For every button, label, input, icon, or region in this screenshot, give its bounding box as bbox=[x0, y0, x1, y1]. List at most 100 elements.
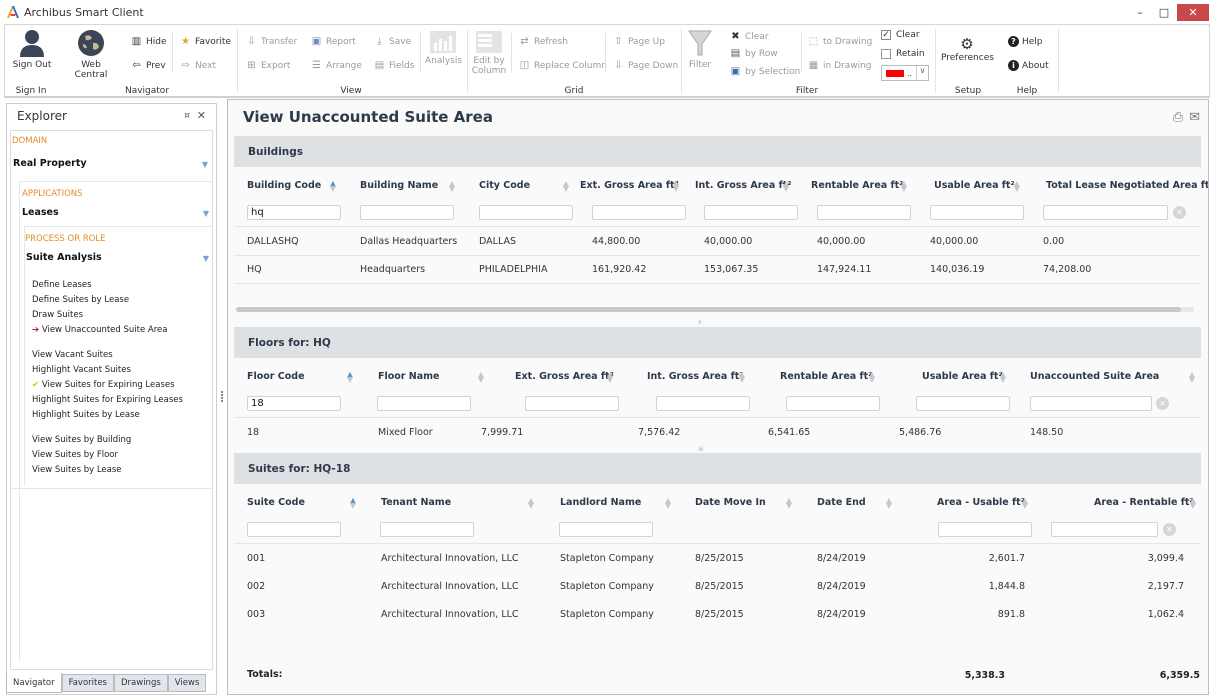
preferences-button[interactable]: ⚙ Preferences bbox=[941, 35, 994, 63]
horizontal-scrollbar[interactable] bbox=[236, 307, 1194, 312]
resize-grip[interactable]: ⁞⁞⁞⁞⁞ bbox=[698, 446, 703, 453]
filter-input[interactable]: hq bbox=[247, 205, 341, 220]
filter-input[interactable] bbox=[1030, 396, 1152, 411]
about-button[interactable]: i About bbox=[1008, 60, 1049, 71]
filter-by-row-button[interactable]: ▤ by Row bbox=[729, 48, 778, 60]
arrange-button[interactable]: ☰ Arrange bbox=[310, 60, 362, 72]
filter-input[interactable] bbox=[817, 205, 911, 220]
nav-link[interactable]: Define Leases bbox=[32, 280, 92, 290]
column-header[interactable]: Area - Rentable ft² bbox=[1094, 497, 1194, 508]
nav-link-visited[interactable]: ✔ View Suites for Expiring Leases bbox=[32, 380, 175, 390]
column-header[interactable]: City Code bbox=[479, 180, 530, 191]
sort-icon[interactable]: ▲ ▼ bbox=[349, 497, 357, 510]
filter-input[interactable] bbox=[525, 396, 619, 411]
column-header[interactable]: Total Lease Negotiated Area ft² bbox=[1046, 180, 1208, 191]
filter-input[interactable] bbox=[592, 205, 686, 220]
minimize-button[interactable]: – bbox=[1132, 4, 1148, 20]
clear-filter-icon[interactable]: ✕ bbox=[1156, 397, 1169, 410]
transfer-button[interactable]: ⇩ Transfer bbox=[245, 36, 297, 48]
sort-icon[interactable]: ▲ ▼ bbox=[885, 497, 893, 510]
panel-splitter-handle[interactable] bbox=[220, 390, 224, 406]
retain-checkbox[interactable]: Retain bbox=[881, 49, 925, 59]
nav-link[interactable]: Highlight Vacant Suites bbox=[32, 365, 131, 375]
sort-icon[interactable]: ▲ ▼ bbox=[1013, 180, 1021, 193]
sign-out-button[interactable]: Sign Out bbox=[11, 29, 53, 70]
sort-icon[interactable]: ▲ ▼ bbox=[1189, 497, 1197, 510]
edit-by-column-button[interactable]: Edit by Column bbox=[471, 31, 507, 76]
filter-input[interactable] bbox=[1043, 205, 1168, 220]
print-icon[interactable]: ⎙ bbox=[1173, 110, 1183, 125]
fields-button[interactable]: ▤ Fields bbox=[373, 60, 415, 72]
prev-button[interactable]: ⇦ Prev bbox=[130, 60, 165, 72]
sort-icon[interactable]: ▲ ▼ bbox=[782, 180, 790, 193]
nav-link[interactable]: View Suites by Floor bbox=[32, 450, 118, 460]
replace-column-button[interactable]: ◫ Replace Column bbox=[518, 60, 607, 72]
column-header[interactable]: Floor Name bbox=[378, 371, 440, 382]
filter-input[interactable] bbox=[247, 522, 341, 537]
sort-icon[interactable]: ▲ ▼ bbox=[1188, 371, 1196, 384]
filter-by-selection-button[interactable]: ▣ by Selection bbox=[729, 66, 801, 78]
column-header[interactable]: Rentable Area ft² bbox=[811, 180, 903, 191]
sort-icon[interactable]: ▲ ▼ bbox=[664, 497, 672, 510]
filter-input[interactable] bbox=[916, 396, 1010, 411]
pin-icon[interactable]: ¤ bbox=[184, 111, 190, 121]
column-header[interactable]: Tenant Name bbox=[381, 497, 451, 508]
nav-link[interactable]: View Vacant Suites bbox=[32, 350, 113, 360]
filter-input[interactable] bbox=[559, 522, 653, 537]
filter-input[interactable] bbox=[479, 205, 573, 220]
in-drawing-button[interactable]: ▦ in Drawing bbox=[807, 60, 872, 72]
resize-grip[interactable]: ⁞⁞⁞ bbox=[698, 319, 702, 326]
sort-icon[interactable]: ▲ ▼ bbox=[738, 371, 746, 384]
nav-link[interactable]: Highlight Suites by Lease bbox=[32, 410, 140, 420]
column-header[interactable]: Usable Area ft² bbox=[922, 371, 1003, 382]
sort-icon[interactable]: ▲ ▼ bbox=[672, 180, 680, 193]
filter-input[interactable] bbox=[938, 522, 1032, 537]
clear-filter-button[interactable]: ✖ Clear bbox=[729, 31, 768, 43]
sort-icon[interactable]: ▲ ▼ bbox=[785, 497, 793, 510]
domain-selector[interactable]: Real Property ▼ bbox=[13, 158, 211, 169]
column-header[interactable]: Unaccounted Suite Area bbox=[1030, 371, 1159, 382]
sort-icon[interactable]: ▲ ▼ bbox=[527, 497, 535, 510]
sort-icon[interactable]: ▲ ▼ bbox=[900, 180, 908, 193]
column-header[interactable]: Date Move In bbox=[695, 497, 766, 508]
to-drawing-button[interactable]: ⬚ to Drawing bbox=[807, 36, 873, 48]
sort-icon[interactable]: ▲ ▼ bbox=[448, 180, 456, 193]
highlight-color-select[interactable]: .. ∨ bbox=[881, 65, 929, 81]
nav-link[interactable]: Define Suites by Lease bbox=[32, 295, 129, 305]
column-header[interactable]: Floor Code bbox=[247, 371, 305, 382]
report-button[interactable]: ▣ Report bbox=[310, 36, 356, 48]
help-button[interactable]: ? Help bbox=[1008, 36, 1043, 47]
filter-input[interactable] bbox=[930, 205, 1024, 220]
scrollbar-thumb[interactable] bbox=[236, 307, 1181, 312]
column-header[interactable]: Landlord Name bbox=[560, 497, 641, 508]
filter-input[interactable] bbox=[786, 396, 880, 411]
tab-navigator[interactable]: Navigator bbox=[6, 673, 62, 693]
next-button[interactable]: ⇨ Next bbox=[179, 60, 216, 72]
column-header[interactable]: Usable Area ft² bbox=[934, 180, 1015, 191]
clear-filter-icon[interactable]: ✕ bbox=[1173, 206, 1186, 219]
nav-link[interactable]: View Suites by Lease bbox=[32, 465, 122, 475]
column-header[interactable]: Building Code bbox=[247, 180, 321, 191]
close-explorer-button[interactable]: ✕ bbox=[197, 109, 206, 122]
close-window-button[interactable]: ✕ bbox=[1177, 4, 1209, 21]
page-down-button[interactable]: ⇩ Page Down bbox=[612, 60, 678, 72]
maximize-button[interactable]: □ bbox=[1156, 4, 1172, 20]
column-header[interactable]: Int. Gross Area ft² bbox=[647, 371, 743, 382]
sort-icon[interactable]: ▲ ▼ bbox=[868, 371, 876, 384]
tab-drawings[interactable]: Drawings bbox=[114, 674, 168, 692]
email-icon[interactable]: ✉ bbox=[1189, 110, 1200, 125]
filter-input[interactable] bbox=[656, 396, 750, 411]
filter-input[interactable] bbox=[704, 205, 798, 220]
nav-link[interactable]: Highlight Suites for Expiring Leases bbox=[32, 395, 183, 405]
sort-icon[interactable]: ▲ ▼ bbox=[329, 180, 337, 193]
tab-views[interactable]: Views bbox=[167, 674, 207, 692]
refresh-button[interactable]: ⇄ Refresh bbox=[518, 36, 568, 48]
page-up-button[interactable]: ⇧ Page Up bbox=[612, 36, 665, 48]
column-header[interactable]: Ext. Gross Area ft² bbox=[580, 180, 679, 191]
filter-input[interactable] bbox=[360, 205, 454, 220]
filter-input[interactable] bbox=[380, 522, 474, 537]
nav-link[interactable]: View Suites by Building bbox=[32, 435, 131, 445]
sort-icon[interactable]: ▲ ▼ bbox=[477, 371, 485, 384]
process-selector[interactable]: Suite Analysis ▼ bbox=[26, 252, 212, 263]
sort-icon[interactable]: ▲ ▼ bbox=[1021, 497, 1029, 510]
